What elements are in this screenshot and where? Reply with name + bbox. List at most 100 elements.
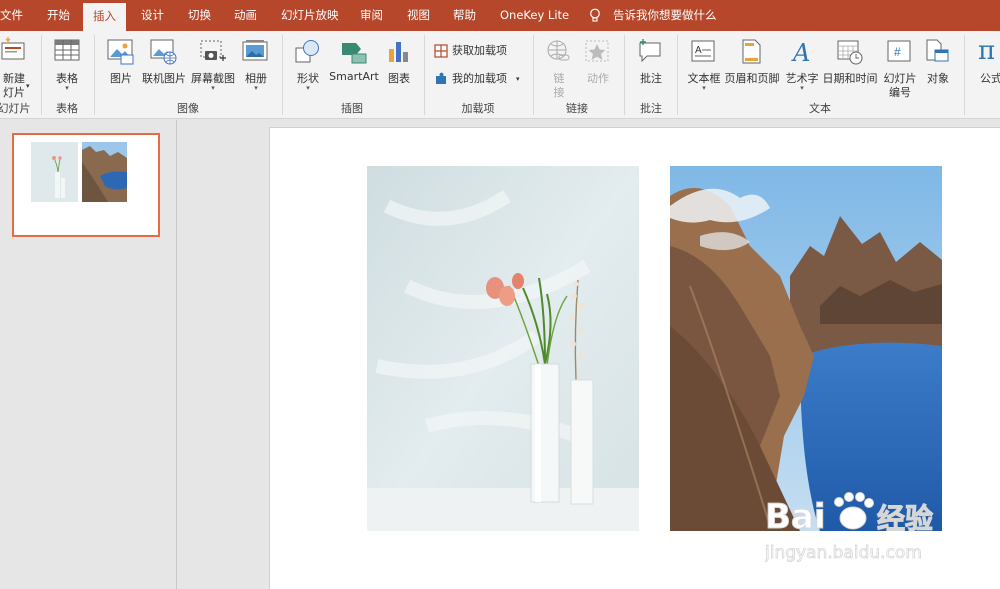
my-addins-icon <box>436 72 446 84</box>
svg-text:A: A <box>791 39 810 65</box>
action-button[interactable]: 动作 <box>580 35 616 97</box>
comment-button[interactable]: 批注 <box>632 35 670 97</box>
table-icon <box>54 39 80 61</box>
shapes-icon <box>295 40 319 63</box>
wordart-icon: A <box>791 39 810 65</box>
group-label-slides: 幻灯片 <box>0 102 31 115</box>
vase-with-flowers-image[interactable] <box>367 166 639 531</box>
my-addins-button[interactable]: 我的加载项 ▾ <box>434 69 526 89</box>
shapes-button[interactable]: 形状 ▾ <box>291 35 325 97</box>
tab-onekey-lite[interactable]: OneKey Lite <box>500 0 569 31</box>
chevron-down-icon: ▾ <box>516 75 520 83</box>
tab-slideshow[interactable]: 幻灯片放映 <box>281 0 339 31</box>
object-icon <box>926 39 949 62</box>
tab-animations[interactable]: 动画 <box>234 0 257 31</box>
hyperlink-globe-icon <box>547 40 570 61</box>
equation-label: 公式 <box>980 72 1000 85</box>
link-label-2: 接 <box>553 86 565 99</box>
get-addins-button[interactable]: 获取加载项 <box>434 41 526 61</box>
svg-text:#: # <box>894 45 901 59</box>
chart-icon <box>389 42 408 62</box>
chevron-down-icon: ▾ <box>306 84 310 92</box>
svg-text:A: A <box>695 45 702 56</box>
tab-design[interactable]: 设计 <box>141 0 164 31</box>
vase-thumbnail-image <box>31 142 78 202</box>
comment-label: 批注 <box>640 72 662 85</box>
ribbon-insert: 新建 灯片 ▾ 幻灯片 表格 ▾ 表格 图片 联机图片 屏幕截图 ▾ 相册 ▾ … <box>0 31 1000 119</box>
group-label-addins: 加载项 <box>461 102 495 115</box>
tab-home[interactable]: 开始 <box>47 0 70 31</box>
my-addins-label: 我的加载项 <box>452 72 507 85</box>
photo-album-button[interactable]: 相册 ▾ <box>238 35 274 97</box>
group-divider <box>677 35 678 115</box>
canyon-thumbnail-image <box>82 142 127 202</box>
action-label: 动作 <box>587 72 609 85</box>
tab-insert[interactable]: 插入 <box>83 3 126 31</box>
group-divider <box>94 35 95 115</box>
pi-icon: π <box>978 37 995 65</box>
textbox-button[interactable]: A 文本框 ▾ <box>684 35 724 97</box>
online-picture-button[interactable]: 联机图片 <box>140 35 188 97</box>
slide-thumbnail-1[interactable] <box>12 133 160 237</box>
table-button[interactable]: 表格 ▾ <box>48 35 86 97</box>
group-divider <box>41 35 42 115</box>
smartart-label: SmartArt <box>329 70 379 83</box>
group-label-links: 链接 <box>566 102 588 115</box>
slide-number-button[interactable]: # 幻灯片 编号 <box>880 35 920 99</box>
tab-file[interactable]: 文件 <box>0 0 23 31</box>
group-divider <box>624 35 625 115</box>
wordart-button[interactable]: A 艺术字 ▾ <box>783 35 821 97</box>
smartart-button[interactable]: SmartArt <box>328 35 380 97</box>
slide-number-icon: # <box>887 40 911 62</box>
group-label-images: 图像 <box>177 102 199 115</box>
textbox-icon: A <box>691 40 715 62</box>
header-footer-icon <box>742 39 761 64</box>
link-button[interactable]: 链 接 <box>541 35 577 99</box>
group-divider <box>533 35 534 115</box>
svg-text:jingyan.baidu.com: jingyan.baidu.com <box>765 543 922 563</box>
group-divider <box>282 35 283 115</box>
object-button[interactable]: 对象 <box>920 35 956 97</box>
chart-button[interactable]: 图表 <box>382 35 416 97</box>
tab-review[interactable]: 审阅 <box>360 0 383 31</box>
screenshot-button[interactable]: 屏幕截图 ▾ <box>189 35 237 97</box>
photo-album-icon <box>242 40 268 61</box>
lightbulb-icon <box>590 8 600 22</box>
picture-button[interactable]: 图片 <box>104 35 138 97</box>
store-icon <box>434 44 448 58</box>
date-time-label: 日期和时间 <box>822 72 878 85</box>
tab-transitions[interactable]: 切换 <box>188 0 211 31</box>
group-label-comments: 批注 <box>640 102 662 115</box>
calendar-clock-icon <box>837 40 863 65</box>
group-label-tables: 表格 <box>56 102 78 115</box>
online-picture-icon <box>150 39 177 65</box>
baidu-jingyan-watermark: Bai 经验 jingyan.baidu.com <box>765 492 934 563</box>
screenshot-icon <box>200 40 226 61</box>
mountain-lake-canyon-image[interactable] <box>670 166 942 531</box>
svg-text:经验: 经验 <box>877 502 933 535</box>
slide-thumbnail-pane[interactable] <box>0 120 177 589</box>
new-slide-icon <box>1 37 25 60</box>
chart-label: 图表 <box>388 72 410 85</box>
comment-icon <box>639 39 661 63</box>
tab-help[interactable]: 帮助 <box>453 0 476 31</box>
svg-text:π: π <box>978 37 995 65</box>
tell-me-search[interactable]: 告诉我你想要做什么 <box>613 0 717 31</box>
header-footer-label: 页眉和页脚 <box>724 72 780 85</box>
equation-button[interactable]: π 公式 <box>972 35 1000 97</box>
smartart-icon <box>342 43 367 64</box>
group-label-illustrations: 插图 <box>341 102 363 115</box>
online-picture-label: 联机图片 <box>142 72 186 85</box>
tab-view[interactable]: 视图 <box>407 0 430 31</box>
action-star-icon <box>585 40 609 62</box>
slide-number-label-2: 编号 <box>889 86 911 99</box>
chevron-down-icon: ▾ <box>800 84 804 92</box>
svg-text:Bai: Bai <box>765 497 826 537</box>
picture-label: 图片 <box>110 72 132 85</box>
date-time-button[interactable]: 日期和时间 <box>822 35 878 97</box>
header-footer-button[interactable]: 页眉和页脚 <box>724 35 780 97</box>
group-label-text: 文本 <box>809 102 831 115</box>
group-divider <box>424 35 425 115</box>
chevron-down-icon: ▾ <box>254 84 258 92</box>
object-label: 对象 <box>927 72 949 85</box>
